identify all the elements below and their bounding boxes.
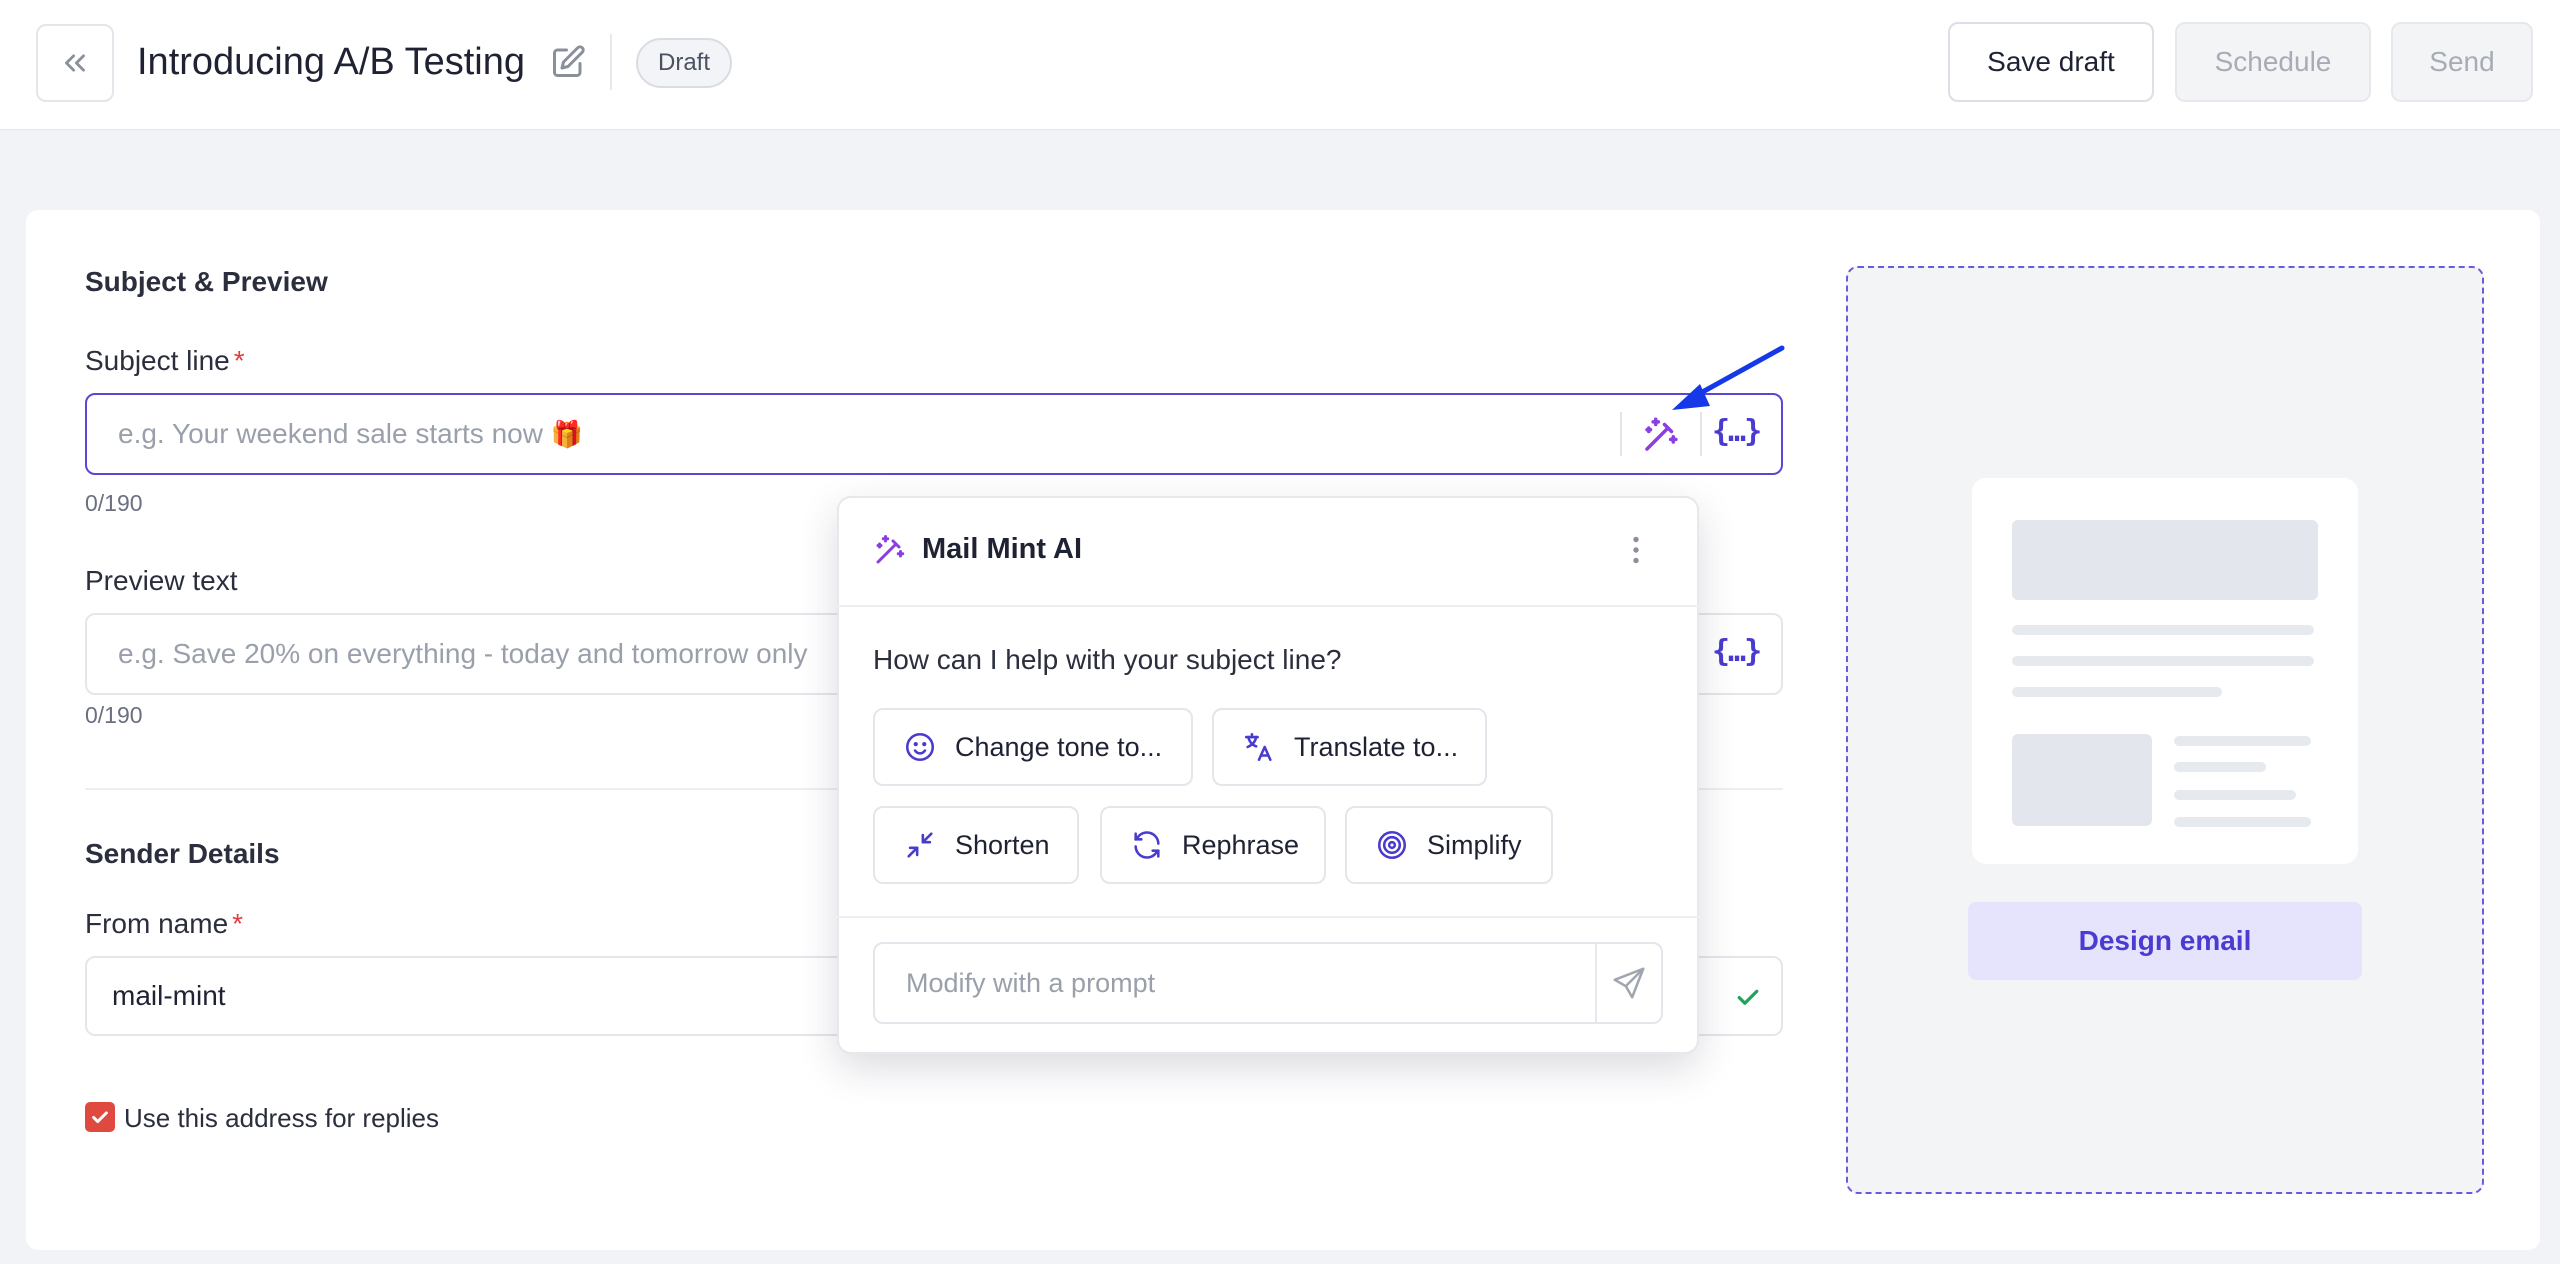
double-chevron-left-icon xyxy=(65,54,85,72)
translate-icon xyxy=(1244,732,1272,762)
valid-check-icon xyxy=(1737,989,1759,1005)
schedule-button[interactable]: Schedule xyxy=(2175,22,2371,102)
send-icon[interactable] xyxy=(1610,964,1648,1002)
shorten-button[interactable]: Shorten xyxy=(873,806,1079,884)
required-mark: * xyxy=(233,345,245,376)
subject-char-counter: 0/190 xyxy=(85,490,143,516)
subject-line-label-text: Subject line xyxy=(85,345,230,376)
reply-checkbox[interactable] xyxy=(85,1102,115,1132)
change-tone-button[interactable]: Change tone to... xyxy=(873,708,1193,786)
top-bar: Introducing A/B Testing Draft Save draft… xyxy=(0,0,2560,130)
thumbnail-header-block xyxy=(2012,520,2318,600)
preview-char-counter: 0/190 xyxy=(85,702,143,728)
prompt-divider xyxy=(1595,944,1597,1022)
chip-label: Rephrase xyxy=(1182,829,1300,860)
subject-line-label: Subject line * xyxy=(85,345,245,377)
page-title: Introducing A/B Testing xyxy=(137,41,525,83)
from-name-label: From name * xyxy=(85,908,243,940)
from-name-label-text: From name xyxy=(85,908,229,939)
thumbnail-line xyxy=(2174,790,2296,800)
status-badge: Draft xyxy=(636,38,733,88)
thumbnail-line xyxy=(2012,656,2314,666)
required-mark: * xyxy=(232,908,244,939)
translate-button[interactable]: Translate to... xyxy=(1212,708,1487,786)
magic-wand-icon[interactable] xyxy=(1640,414,1682,456)
thumbnail-line xyxy=(2174,736,2311,746)
prompt-placeholder: Modify with a prompt xyxy=(906,968,1156,998)
annotation-arrow-icon xyxy=(1672,345,1785,410)
subject-placeholder-text: e.g. Your weekend sale starts now xyxy=(118,418,543,449)
thumbnail-image-block xyxy=(2012,734,2152,826)
from-name-value: mail-mint xyxy=(112,980,226,1011)
preview-text-placeholder: e.g. Save 20% on everything - today and … xyxy=(118,638,808,669)
rephrase-button[interactable]: Rephrase xyxy=(1100,806,1326,884)
chip-label: Simplify xyxy=(1427,829,1522,860)
thumbnail-line xyxy=(2012,625,2314,635)
chip-label: Shorten xyxy=(955,829,1050,860)
popover-divider xyxy=(837,916,1699,918)
input-divider xyxy=(1620,412,1622,456)
magic-wand-icon xyxy=(876,535,905,564)
ai-popover-title: Mail Mint AI xyxy=(922,533,1083,565)
send-button[interactable]: Send xyxy=(2391,22,2533,102)
section-title-subject-preview: Subject & Preview xyxy=(85,266,328,297)
preview-text-label: Preview text xyxy=(85,565,238,596)
thumbnail-line xyxy=(2174,762,2266,772)
thumbnail-line xyxy=(2174,817,2311,827)
simplify-button[interactable]: Simplify xyxy=(1345,806,1553,884)
checkmark-icon xyxy=(92,1111,108,1124)
popover-divider xyxy=(837,605,1699,607)
edit-icon[interactable] xyxy=(550,44,586,80)
more-options-icon[interactable] xyxy=(1618,532,1654,568)
subject-line-placeholder: e.g. Your weekend sale starts now 🎁 xyxy=(118,418,583,450)
thumbnail-line xyxy=(2012,687,2222,697)
back-button[interactable] xyxy=(36,24,114,102)
chip-label: Translate to... xyxy=(1294,731,1459,762)
reply-checkbox-label: Use this address for replies xyxy=(124,1103,440,1133)
refresh-icon xyxy=(1134,831,1160,859)
smile-icon xyxy=(905,732,935,762)
design-email-button[interactable]: Design email xyxy=(1968,902,2362,980)
header-divider xyxy=(610,34,612,90)
ai-question: How can I help with your subject line? xyxy=(873,644,1342,675)
chip-label: Change tone to... xyxy=(955,731,1163,762)
shrink-icon xyxy=(907,832,933,858)
section-title-sender: Sender Details xyxy=(85,838,280,869)
save-draft-button[interactable]: Save draft xyxy=(1948,22,2154,102)
target-icon xyxy=(1377,830,1407,860)
insert-variable-button-preview[interactable]: {…} xyxy=(1712,634,1762,669)
gift-emoji: 🎁 xyxy=(550,419,584,449)
